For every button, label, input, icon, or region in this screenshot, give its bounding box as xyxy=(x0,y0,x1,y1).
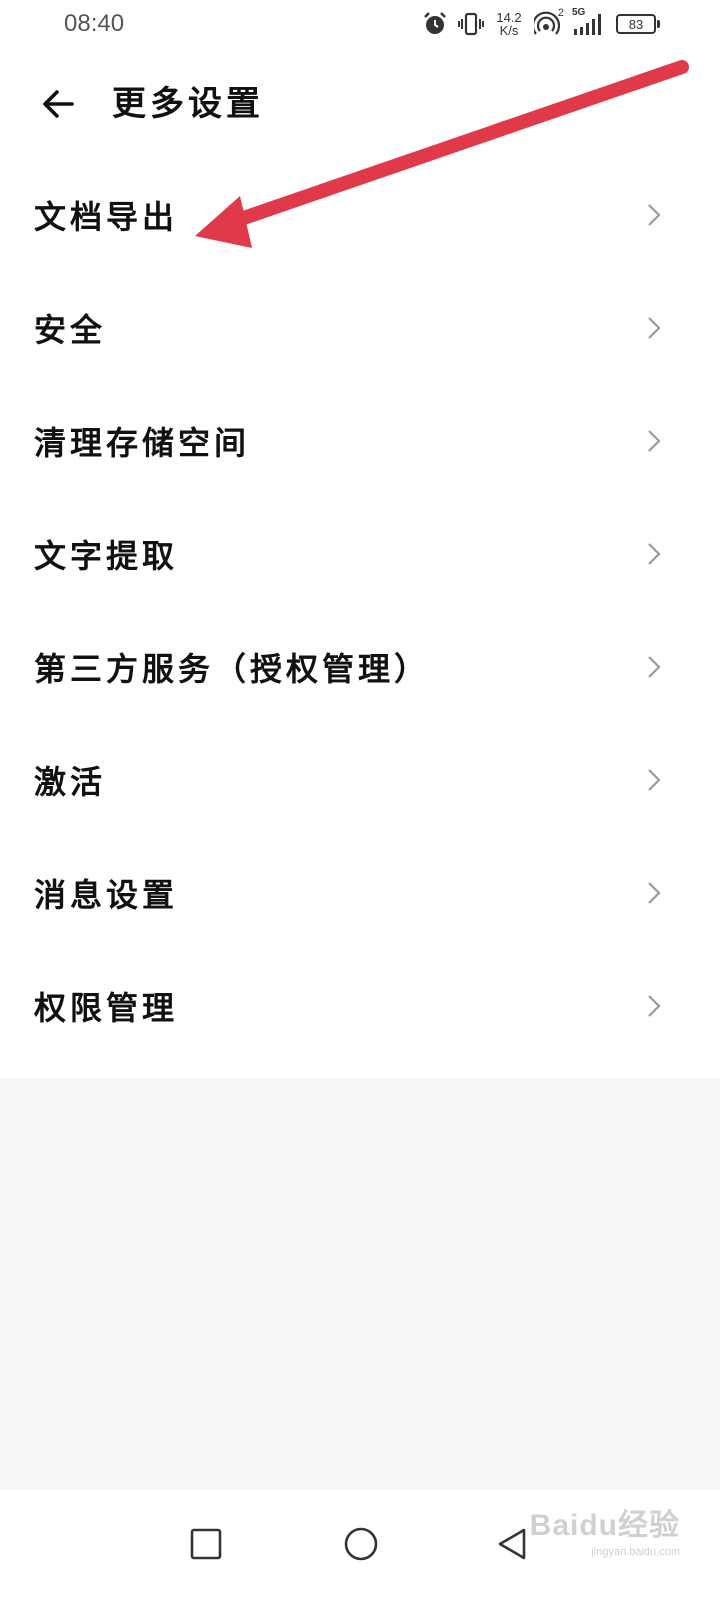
watermark-main: Baidu经验 xyxy=(529,1509,680,1542)
watermark-sub: jingyan.baidu.com xyxy=(591,1546,680,1558)
arrow-left-icon xyxy=(43,90,74,118)
chevron-right-icon xyxy=(648,542,661,565)
network-type-label: 5G xyxy=(572,7,586,18)
chevron-right-icon xyxy=(648,768,661,791)
square-icon xyxy=(190,1528,222,1560)
screen: 08:40 14.2 K/s 2 5G 83 更多设置 文档导出 安全 清理存储… xyxy=(0,0,720,1600)
settings-item-clear-storage[interactable]: 清理存储空间 xyxy=(0,384,720,497)
network-speed-unit: K/s xyxy=(499,23,519,38)
battery-level: 83 xyxy=(628,16,644,32)
settings-item-label: 安全 xyxy=(34,310,107,349)
chevron-right-icon xyxy=(648,881,661,904)
settings-item-label: 权限管理 xyxy=(34,988,179,1027)
settings-item-permission-management[interactable]: 权限管理 xyxy=(0,949,720,1062)
status-time: 08:40 xyxy=(64,10,125,37)
settings-item-label: 激活 xyxy=(34,762,107,801)
content-area: 08:40 14.2 K/s 2 5G 83 更多设置 文档导出 安全 清理存储… xyxy=(0,0,720,1078)
hotspot-icon: 2 xyxy=(534,7,564,37)
settings-item-third-party-services[interactable]: 第三方服务（授权管理） xyxy=(0,610,720,723)
settings-item-activation[interactable]: 激活 xyxy=(0,723,720,836)
settings-item-label: 文字提取 xyxy=(34,536,179,575)
status-bar: 08:40 14.2 K/s 2 5G 83 xyxy=(0,0,720,48)
settings-item-label: 消息设置 xyxy=(34,875,179,914)
hotspot-count: 2 xyxy=(557,7,564,19)
vibrate-icon xyxy=(458,11,484,37)
settings-item-security[interactable]: 安全 xyxy=(0,271,720,384)
signal-icon: 5G xyxy=(572,7,606,37)
network-speed: 14.2 K/s xyxy=(494,11,524,37)
circle-icon xyxy=(344,1527,378,1561)
watermark: Baidu经验 jingyan.baidu.com xyxy=(530,1500,680,1558)
chevron-right-icon xyxy=(648,655,661,678)
chevron-right-icon xyxy=(648,316,661,339)
chevron-right-icon xyxy=(648,429,661,452)
settings-list: 文档导出 安全 清理存储空间 文字提取 第三方服务（授权管理） 激活 消息设置 … xyxy=(0,158,720,1062)
recent-apps-button[interactable] xyxy=(174,1512,238,1576)
status-icons: 14.2 K/s 2 5G 83 xyxy=(422,7,660,40)
settings-item-message-settings[interactable]: 消息设置 xyxy=(0,836,720,949)
settings-item-label: 文档导出 xyxy=(34,197,179,236)
back-button[interactable] xyxy=(34,80,82,128)
settings-item-document-export[interactable]: 文档导出 xyxy=(0,158,720,271)
triangle-back-icon xyxy=(498,1528,526,1560)
settings-item-label: 清理存储空间 xyxy=(34,423,251,462)
page-title: 更多设置 xyxy=(112,84,264,124)
home-button[interactable] xyxy=(329,1512,393,1576)
chevron-right-icon xyxy=(648,994,661,1017)
battery-indicator: 83 xyxy=(616,14,660,34)
settings-item-text-extraction[interactable]: 文字提取 xyxy=(0,497,720,610)
header: 更多设置 xyxy=(0,56,720,152)
chevron-right-icon xyxy=(648,203,661,226)
settings-item-label: 第三方服务（授权管理） xyxy=(34,649,431,688)
alarm-icon xyxy=(422,11,448,37)
